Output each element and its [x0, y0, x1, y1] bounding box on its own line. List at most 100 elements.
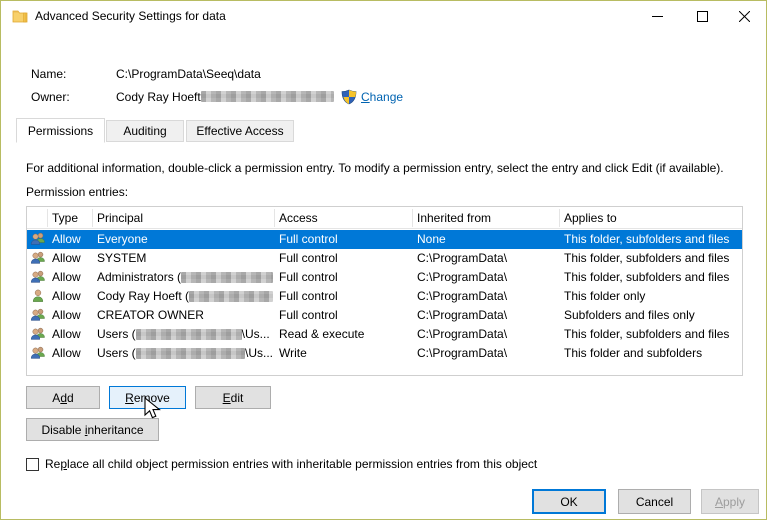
users-group-icon: [30, 345, 46, 361]
entry-type: Allow: [52, 270, 92, 284]
entry-principal: SYSTEM: [97, 251, 273, 265]
entry-applies-to: This folder and subfolders: [564, 346, 742, 360]
entry-access: Write: [279, 346, 409, 360]
permission-entry-row[interactable]: Allow Users (\Us... Write C:\ProgramData\ Th…: [27, 344, 742, 363]
entry-principal: Users (\Us...: [97, 346, 273, 360]
table-header[interactable]: Type Principal Access Inherited from App…: [27, 207, 742, 229]
title-bar[interactable]: Advanced Security Settings for data: [1, 1, 766, 31]
entry-inherited-from: C:\ProgramData\: [417, 270, 557, 284]
ok-button-label: OK: [560, 495, 577, 509]
tab-auditing[interactable]: Auditing: [106, 120, 184, 142]
entry-principal: Administrators (: [97, 270, 273, 284]
principal-redacted-text: [181, 272, 273, 283]
entry-inherited-from: C:\ProgramData\: [417, 289, 557, 303]
replace-child-permissions-row: Replace all child object permission entr…: [26, 457, 537, 471]
entry-principal: CREATOR OWNER: [97, 308, 273, 322]
column-header-access[interactable]: Access: [279, 211, 318, 225]
permission-entry-row[interactable]: Allow Everyone Full control None This folder…: [27, 230, 742, 249]
edit-button-label: Edit: [223, 391, 244, 405]
entry-access: Full control: [279, 308, 409, 322]
column-header-principal[interactable]: Principal: [97, 211, 143, 225]
instruction-text: For additional information, double-click…: [26, 161, 724, 175]
permission-entry-row[interactable]: Allow CREATOR OWNER Full control C:\Program…: [27, 306, 742, 325]
users-group-icon: [30, 250, 46, 266]
add-button-label: Add: [52, 391, 73, 405]
close-icon: [739, 11, 750, 22]
apply-button[interactable]: Apply: [701, 489, 759, 514]
permission-entries-label: Permission entries:: [26, 185, 128, 199]
entry-type: Allow: [52, 346, 92, 360]
mouse-cursor: [144, 397, 164, 421]
entry-access: Read & execute: [279, 327, 409, 341]
entry-access: Full control: [279, 232, 409, 246]
entry-type: Allow: [52, 289, 92, 303]
users-group-icon: [30, 269, 46, 285]
cancel-button[interactable]: Cancel: [618, 489, 691, 514]
change-owner-link[interactable]: Change: [361, 90, 403, 104]
owner-label: Owner:: [31, 90, 70, 104]
cancel-button-label: Cancel: [636, 495, 673, 509]
disable-inheritance-button[interactable]: Disable inheritance: [26, 418, 159, 441]
permission-entry-row[interactable]: Allow Users (\Us... Read & execute C:\Progr…: [27, 325, 742, 344]
entry-inherited-from: C:\ProgramData\: [417, 346, 557, 360]
users-group-icon: [30, 231, 46, 247]
folder-icon: [12, 8, 28, 24]
minimize-button[interactable]: [635, 1, 680, 31]
principal-redacted-text: [136, 348, 245, 359]
entry-principal: Users (\Us...: [97, 327, 273, 341]
entry-applies-to: This folder, subfolders and files: [564, 251, 742, 265]
uac-shield-icon: [341, 89, 357, 105]
close-button[interactable]: [722, 1, 767, 31]
ok-button[interactable]: OK: [532, 489, 606, 514]
tab-effective-access-label: Effective Access: [196, 124, 283, 138]
add-button[interactable]: Add: [26, 386, 100, 409]
owner-value: Cody Ray Hoeft: [116, 90, 201, 104]
column-header-applies-to[interactable]: Applies to: [564, 211, 617, 225]
users-group-icon: [30, 307, 46, 323]
edit-button[interactable]: Edit: [195, 386, 271, 409]
entry-inherited-from: C:\ProgramData\: [417, 251, 557, 265]
window-title: Advanced Security Settings for data: [35, 9, 226, 23]
entry-type: Allow: [52, 251, 92, 265]
column-header-inherited-from[interactable]: Inherited from: [417, 211, 491, 225]
disable-inheritance-button-label: Disable inheritance: [41, 423, 143, 437]
column-header-type[interactable]: Type: [52, 211, 78, 225]
principal-redacted-text: [189, 291, 273, 302]
permission-entries-table: Type Principal Access Inherited from App…: [26, 206, 743, 376]
replace-child-permissions-checkbox[interactable]: [26, 458, 39, 471]
replace-child-permissions-label: Replace all child object permission entr…: [45, 457, 537, 471]
entry-principal: Everyone: [97, 232, 273, 246]
user-icon: [30, 288, 46, 304]
principal-redacted-text: [136, 329, 242, 340]
entry-applies-to: This folder only: [564, 289, 742, 303]
entry-type: Allow: [52, 232, 92, 246]
advanced-security-settings-dialog: Advanced Security Settings for data Name…: [0, 0, 767, 520]
entry-type: Allow: [52, 308, 92, 322]
maximize-icon: [697, 11, 708, 22]
entry-applies-to: This folder, subfolders and files: [564, 270, 742, 284]
maximize-button[interactable]: [680, 1, 725, 31]
permission-entry-row[interactable]: Allow SYSTEM Full control C:\ProgramData\ Th…: [27, 249, 742, 268]
owner-redacted-text: [201, 91, 334, 102]
tab-auditing-label: Auditing: [123, 124, 166, 138]
entry-inherited-from: None: [417, 232, 557, 246]
entry-access: Full control: [279, 270, 409, 284]
entry-access: Full control: [279, 289, 409, 303]
permission-entry-row[interactable]: Allow Administrators ( Full control C:\Prog…: [27, 268, 742, 287]
entry-inherited-from: C:\ProgramData\: [417, 308, 557, 322]
tab-permissions[interactable]: Permissions: [16, 118, 105, 143]
tab-permissions-label: Permissions: [28, 124, 93, 138]
entry-principal: Cody Ray Hoeft (: [97, 289, 273, 303]
entry-applies-to: This folder, subfolders and files: [564, 232, 742, 246]
entry-type: Allow: [52, 327, 92, 341]
tab-effective-access[interactable]: Effective Access: [186, 120, 294, 142]
name-label: Name:: [31, 67, 66, 81]
apply-button-label: Apply: [715, 495, 745, 509]
entry-inherited-from: C:\ProgramData\: [417, 327, 557, 341]
entry-applies-to: Subfolders and files only: [564, 308, 742, 322]
name-value: C:\ProgramData\Seeq\data: [116, 67, 261, 81]
entry-access: Full control: [279, 251, 409, 265]
minimize-icon: [652, 11, 663, 22]
entry-applies-to: This folder, subfolders and files: [564, 327, 742, 341]
permission-entry-row[interactable]: Allow Cody Ray Hoeft ( Full control C:\Prog…: [27, 287, 742, 306]
